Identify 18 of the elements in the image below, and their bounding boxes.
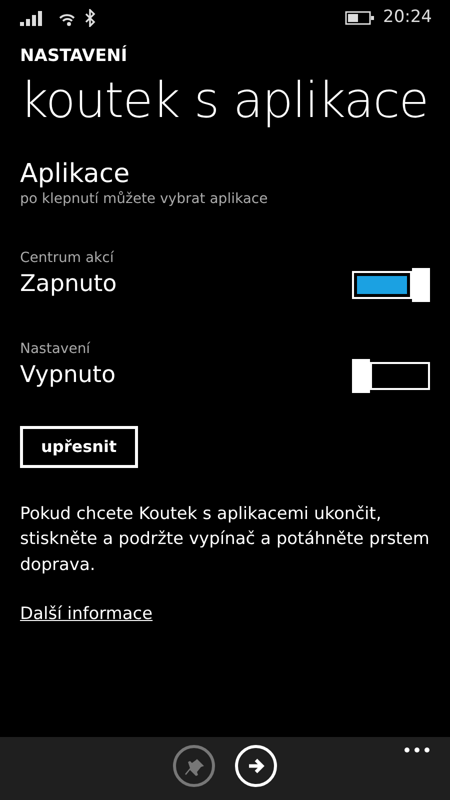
- bluetooth-icon: [84, 9, 96, 27]
- toggle-state: Zapnuto: [20, 271, 117, 299]
- more-info-link[interactable]: Další informace: [20, 602, 153, 628]
- info-paragraph: Pokud chcete Koutek s aplikacemi ukončit, stiskněte a podržte vypínač a potáhněte prstem doprava.: [20, 502, 430, 577]
- advanced-button[interactable]: upřesnit: [20, 426, 138, 468]
- app-name: NASTAVENÍ: [20, 44, 128, 68]
- clock-time: 20:24: [383, 6, 432, 30]
- toggle-label: Centrum akcí: [20, 248, 115, 268]
- toggle-state: Vypnuto: [20, 362, 116, 390]
- toggle-label: Nastavení: [20, 340, 92, 359]
- toggle-switch[interactable]: [352, 360, 430, 392]
- page-title: koutek s aplikace: [20, 72, 430, 130]
- section-title[interactable]: Aplikace: [20, 160, 430, 189]
- section-subtitle: po klepnutí můžete vybrat aplikace: [20, 190, 269, 209]
- battery-icon: [345, 11, 375, 25]
- next-button[interactable]: [235, 744, 277, 786]
- toggle-switch[interactable]: [352, 268, 430, 301]
- more-icon[interactable]: [404, 747, 430, 753]
